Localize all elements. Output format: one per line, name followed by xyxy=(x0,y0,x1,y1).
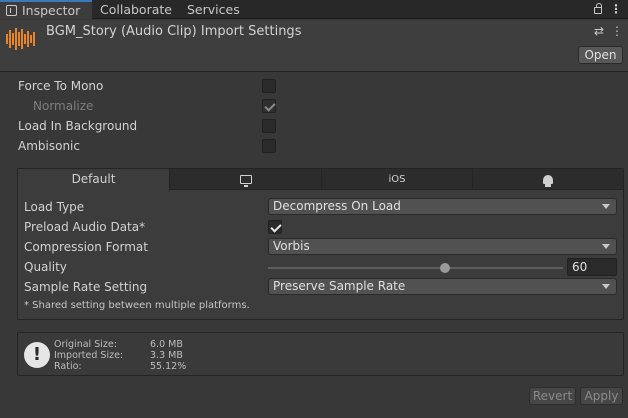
compression-format-dropdown[interactable]: Vorbis xyxy=(268,238,617,255)
monitor-icon xyxy=(239,175,252,187)
ambisonic-label: Ambisonic xyxy=(18,139,80,153)
ratio-value: 55.12% xyxy=(150,361,187,372)
platform-tab-standalone[interactable] xyxy=(170,169,322,190)
revert-button[interactable]: Revert xyxy=(529,387,576,405)
android-icon xyxy=(543,175,553,187)
compression-format-value: Vorbis xyxy=(273,239,310,253)
quality-slider-thumb[interactable] xyxy=(440,263,450,273)
normalize-checkbox[interactable] xyxy=(262,99,276,113)
force-to-mono-checkbox[interactable] xyxy=(262,79,276,93)
force-to-mono-label: Force To Mono xyxy=(18,79,104,93)
tabbar-controls: ⋮ xyxy=(594,0,622,19)
preload-audio-label: Preload Audio Data* xyxy=(24,220,146,234)
header-kebab-icon[interactable]: ⋮ xyxy=(611,24,623,38)
load-type-value: Decompress On Load xyxy=(273,199,401,213)
inspector-header: BGM_Story (Audio Clip) Import Settings ⇄… xyxy=(0,20,628,72)
presets-icon[interactable]: ⇄ xyxy=(594,24,604,38)
kebab-menu-icon[interactable]: ⋮ xyxy=(610,0,622,19)
original-size-label: Original Size: xyxy=(54,339,117,350)
tab-services[interactable]: Services xyxy=(187,0,240,19)
tab-inspector-label: Inspector xyxy=(22,3,81,18)
ratio-label: Ratio: xyxy=(54,361,82,372)
sample-rate-value: Preserve Sample Rate xyxy=(273,279,406,293)
compression-format-label: Compression Format xyxy=(24,240,148,254)
window-tab-bar: Inspector Collaborate Services ⋮ xyxy=(0,0,628,19)
tab-inspector[interactable]: Inspector xyxy=(0,0,92,19)
inspector-icon xyxy=(6,5,17,16)
apply-button[interactable]: Apply xyxy=(580,387,623,405)
sample-rate-dropdown[interactable]: Preserve Sample Rate xyxy=(268,278,617,295)
load-in-background-label: Load In Background xyxy=(18,119,138,133)
platform-tabs: Default iOS xyxy=(18,169,623,191)
platform-tab-ios[interactable]: iOS xyxy=(322,169,473,190)
audio-waveform-icon xyxy=(6,28,35,50)
ambisonic-checkbox[interactable] xyxy=(262,139,276,153)
imported-size-value: 3.3 MB xyxy=(150,350,183,361)
sample-rate-label: Sample Rate Setting xyxy=(24,280,148,294)
normalize-label: Normalize xyxy=(33,99,94,113)
info-exclamation-icon: ! xyxy=(24,342,50,368)
open-button[interactable]: Open xyxy=(578,46,623,64)
load-type-label: Load Type xyxy=(24,200,85,214)
size-info-box: ! Original Size: 6.0 MB Imported Size: 3… xyxy=(17,332,624,376)
preload-audio-checkbox[interactable] xyxy=(268,220,282,234)
quality-input[interactable]: 60 xyxy=(567,258,617,276)
dropdown-arrow-icon xyxy=(602,244,610,249)
imported-size-label: Imported Size: xyxy=(54,350,124,361)
load-in-background-checkbox[interactable] xyxy=(262,119,276,133)
dropdown-arrow-icon xyxy=(602,204,610,209)
platform-tab-android[interactable] xyxy=(473,169,623,190)
load-type-dropdown[interactable]: Decompress On Load xyxy=(268,198,617,215)
platform-settings-panel: Default iOS Load Type Decompress On Load… xyxy=(17,168,624,320)
shared-setting-note: * Shared setting between multiple platfo… xyxy=(24,300,250,311)
quality-label: Quality xyxy=(24,260,67,274)
quality-slider[interactable] xyxy=(268,263,563,273)
original-size-value: 6.0 MB xyxy=(150,339,183,350)
dropdown-arrow-icon xyxy=(602,284,610,289)
platform-tab-default[interactable]: Default xyxy=(18,169,170,191)
lock-icon[interactable] xyxy=(594,3,602,14)
tab-collaborate[interactable]: Collaborate xyxy=(100,0,172,19)
asset-title: BGM_Story (Audio Clip) Import Settings xyxy=(46,24,302,39)
header-icons: ⇄ ⋮ xyxy=(594,24,623,38)
